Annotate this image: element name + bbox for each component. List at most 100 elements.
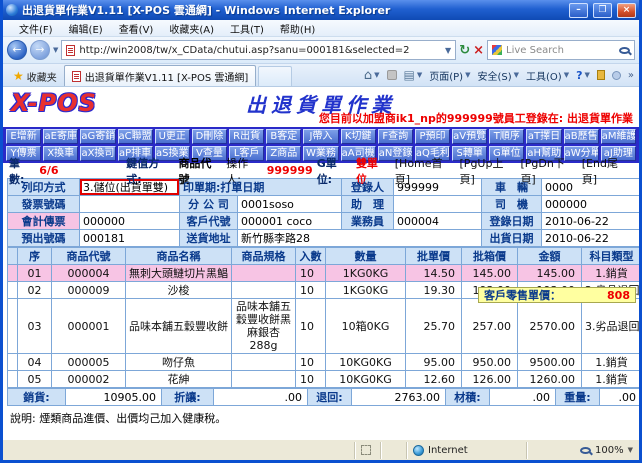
zoom-icon — [580, 446, 592, 454]
toolbar-button[interactable]: aC聯盟 — [117, 129, 153, 144]
cell-seq: 04 — [17, 353, 52, 371]
internet-zone-icon — [413, 444, 424, 456]
toolbar-button[interactable]: aX換司 — [80, 146, 116, 161]
table-row[interactable]: 01 000004 無刺大頭鰱切片黑鯧 10 1KG0KG 14.50 145.00 145.… — [7, 264, 639, 282]
menu-item[interactable]: 帮助(H) — [272, 21, 323, 36]
cell-name: 吻仔魚 — [125, 353, 232, 371]
search-box[interactable]: Live Search — [487, 40, 635, 60]
maximize-button[interactable]: ❐ — [593, 2, 612, 18]
toolbar-button[interactable]: aT擇日 — [526, 129, 562, 144]
cell-spec: 品味本舖五穀豐收餅黑麻銀杏288g — [231, 298, 296, 354]
toolbar-button[interactable]: D刪除 — [191, 129, 228, 144]
stop-button[interactable]: × — [473, 43, 484, 58]
new-tab-button[interactable] — [258, 66, 293, 86]
history-dropdown-icon[interactable]: ▼ — [53, 46, 58, 54]
driver-field[interactable]: 000000 — [541, 195, 639, 213]
toolbar-button[interactable]: U更正 — [154, 129, 190, 144]
totals-sales-value: 10905.00 — [65, 388, 162, 406]
cell-qty: 1KG0KG — [325, 281, 406, 299]
address-dropdown-icon[interactable]: ▼ — [445, 46, 451, 55]
search-icon[interactable] — [619, 46, 630, 54]
home-button[interactable]: ⌂ ▼ — [364, 68, 380, 83]
toolbar-button[interactable]: aV預覽 — [452, 129, 488, 144]
toolbar-button[interactable]: K切鍵 — [340, 129, 376, 144]
cell-unit_price: 95.00 — [405, 353, 462, 371]
toolbar-button[interactable]: T順序 — [489, 129, 525, 144]
zoom-control[interactable]: 100% ▼ — [527, 442, 639, 459]
table-row[interactable]: 03 000001 品味本舖五穀豐收餅 品味本舖五穀豐收餅黑麻銀杏288g 10 10箱0… — [7, 298, 639, 354]
sales-label: 業務員 — [341, 212, 394, 230]
row-gutter — [7, 353, 18, 371]
menu-item[interactable]: 文件(F) — [11, 21, 61, 36]
branch-field[interactable]: 0001soso — [237, 195, 342, 213]
forward-button[interactable]: → — [30, 40, 50, 60]
toolbar-button[interactable]: F查詢 — [377, 129, 413, 144]
print-mode-select[interactable]: 3.儲位(出貨單雙) — [79, 178, 180, 196]
close-button[interactable]: × — [617, 2, 636, 18]
tab-active[interactable]: 出退貨單作業V1.11 [X-POS 雲通網] — [63, 65, 257, 86]
print-button[interactable]: ▤ ▼ — [404, 68, 423, 82]
safety-menu-button[interactable]: 安全(S) ▼ — [477, 68, 519, 83]
order-no-field[interactable]: 000181 — [79, 229, 180, 247]
column-header: 商品代號 — [51, 247, 126, 265]
row-gutter — [7, 264, 18, 282]
toolbar-button[interactable]: Z商品 — [266, 146, 302, 161]
toolbar-button[interactable]: aB歷售 — [563, 129, 599, 144]
cell-type: 1.銷貨 — [581, 264, 639, 282]
toolbar-button[interactable]: P預印 — [414, 129, 451, 144]
tab-title: 出退貨單作業V1.11 [X-POS 雲通網] — [84, 72, 249, 84]
minimize-button[interactable]: – — [569, 2, 588, 18]
address-field[interactable]: http://win2008/tw/x_CData/chutui.asp?san… — [61, 40, 457, 60]
totals-volume-value: .00 — [489, 388, 556, 406]
sales-field[interactable]: 000004 — [393, 212, 482, 230]
ship-date-field[interactable]: 2010-06-22 — [541, 229, 639, 247]
address-url[interactable]: http://win2008/tw/x_CData/chutui.asp?san… — [79, 45, 441, 56]
cell-spec — [231, 264, 296, 282]
cell-unit_price: 19.30 — [405, 281, 462, 299]
retail-price-label: 客戶零售單價： — [484, 289, 561, 302]
addon-icon[interactable] — [611, 70, 621, 80]
more-commands-icon[interactable]: » — [628, 70, 634, 81]
toolbar-button[interactable]: aM維護 — [600, 129, 636, 144]
page-header: X-POS 出退貨單作業 您目前以加盟商ik1_np的999999號員工登錄在:… — [3, 87, 639, 127]
page-nav-link[interactable]: [End尾頁] — [582, 155, 633, 187]
table-row[interactable]: 05 000002 花紳 10 10KG0KG 12.60 126.00 1260.00 1.銷… — [7, 370, 639, 388]
toolbar-row-1: E增新 aE寄庫 aG寄銷 aC聯盟 U更正 D刪除 R出貨 B客定 J帶入 K切鍵 F查詢 P預印 a… — [6, 129, 636, 144]
menu-item[interactable]: 查看(V) — [111, 21, 162, 36]
toolbar-button[interactable]: X換車 — [43, 146, 79, 161]
toolbar-button[interactable]: J帶入 — [303, 129, 339, 144]
cell-spec — [231, 281, 296, 299]
toolbar-button[interactable]: aG寄銷 — [80, 129, 116, 144]
page-menu-button[interactable]: 页面(P) ▼ — [429, 68, 470, 83]
toolbar-button[interactable]: E增新 — [6, 129, 42, 144]
menu-item[interactable]: 编辑(E) — [61, 21, 111, 36]
delivery-address-field[interactable]: 新竹縣李路28 — [237, 229, 482, 247]
column-header: 批單價 — [405, 247, 462, 265]
toolbar-button[interactable]: aE寄庫 — [43, 129, 79, 144]
tools-menu-button[interactable]: 工具(O) ▼ — [526, 68, 569, 83]
reg-date-field[interactable]: 2010-06-22 — [541, 212, 639, 230]
search-input[interactable]: Live Search — [506, 45, 615, 56]
help-button[interactable]: ? ▼ — [576, 69, 590, 82]
messenger-icon[interactable] — [596, 70, 605, 80]
zoom-dropdown-icon[interactable]: ▼ — [628, 446, 633, 454]
customer-field[interactable]: 000001 coco — [237, 212, 342, 230]
table-row[interactable]: 04 000005 吻仔魚 10 10KG0KG 95.00 950.00 9500.00 1.… — [7, 353, 639, 371]
feeds-icon[interactable] — [386, 70, 397, 80]
toolbar-button[interactable]: B客定 — [266, 129, 302, 144]
cell-type: 1.銷貨 — [581, 353, 639, 371]
back-button[interactable]: ← — [7, 40, 27, 60]
toolbar-button[interactable]: R出貨 — [229, 129, 265, 144]
column-header: 金額 — [517, 247, 582, 265]
column-header: 科目類型 — [581, 247, 639, 265]
items-header-row: 序商品代號 商品名稱 商品規格 入數 數量 批單價 批箱價 金額 科目類型 — [7, 247, 639, 265]
invoice-field[interactable] — [79, 195, 180, 213]
refresh-button[interactable]: ↻ — [459, 43, 470, 58]
favorites-button[interactable]: ★ 收藏夹 — [6, 66, 64, 86]
assistant-field[interactable] — [393, 195, 482, 213]
login-notice: 您目前以加盟商ik1_np的999999號員工登錄在: 出退貨單作業 — [318, 112, 633, 125]
menu-item[interactable]: 收藏夹(A) — [161, 21, 222, 36]
cell-name: 沙梭 — [125, 281, 232, 299]
menu-item[interactable]: 工具(T) — [222, 21, 272, 36]
voucher-field[interactable]: 000000 — [79, 212, 180, 230]
